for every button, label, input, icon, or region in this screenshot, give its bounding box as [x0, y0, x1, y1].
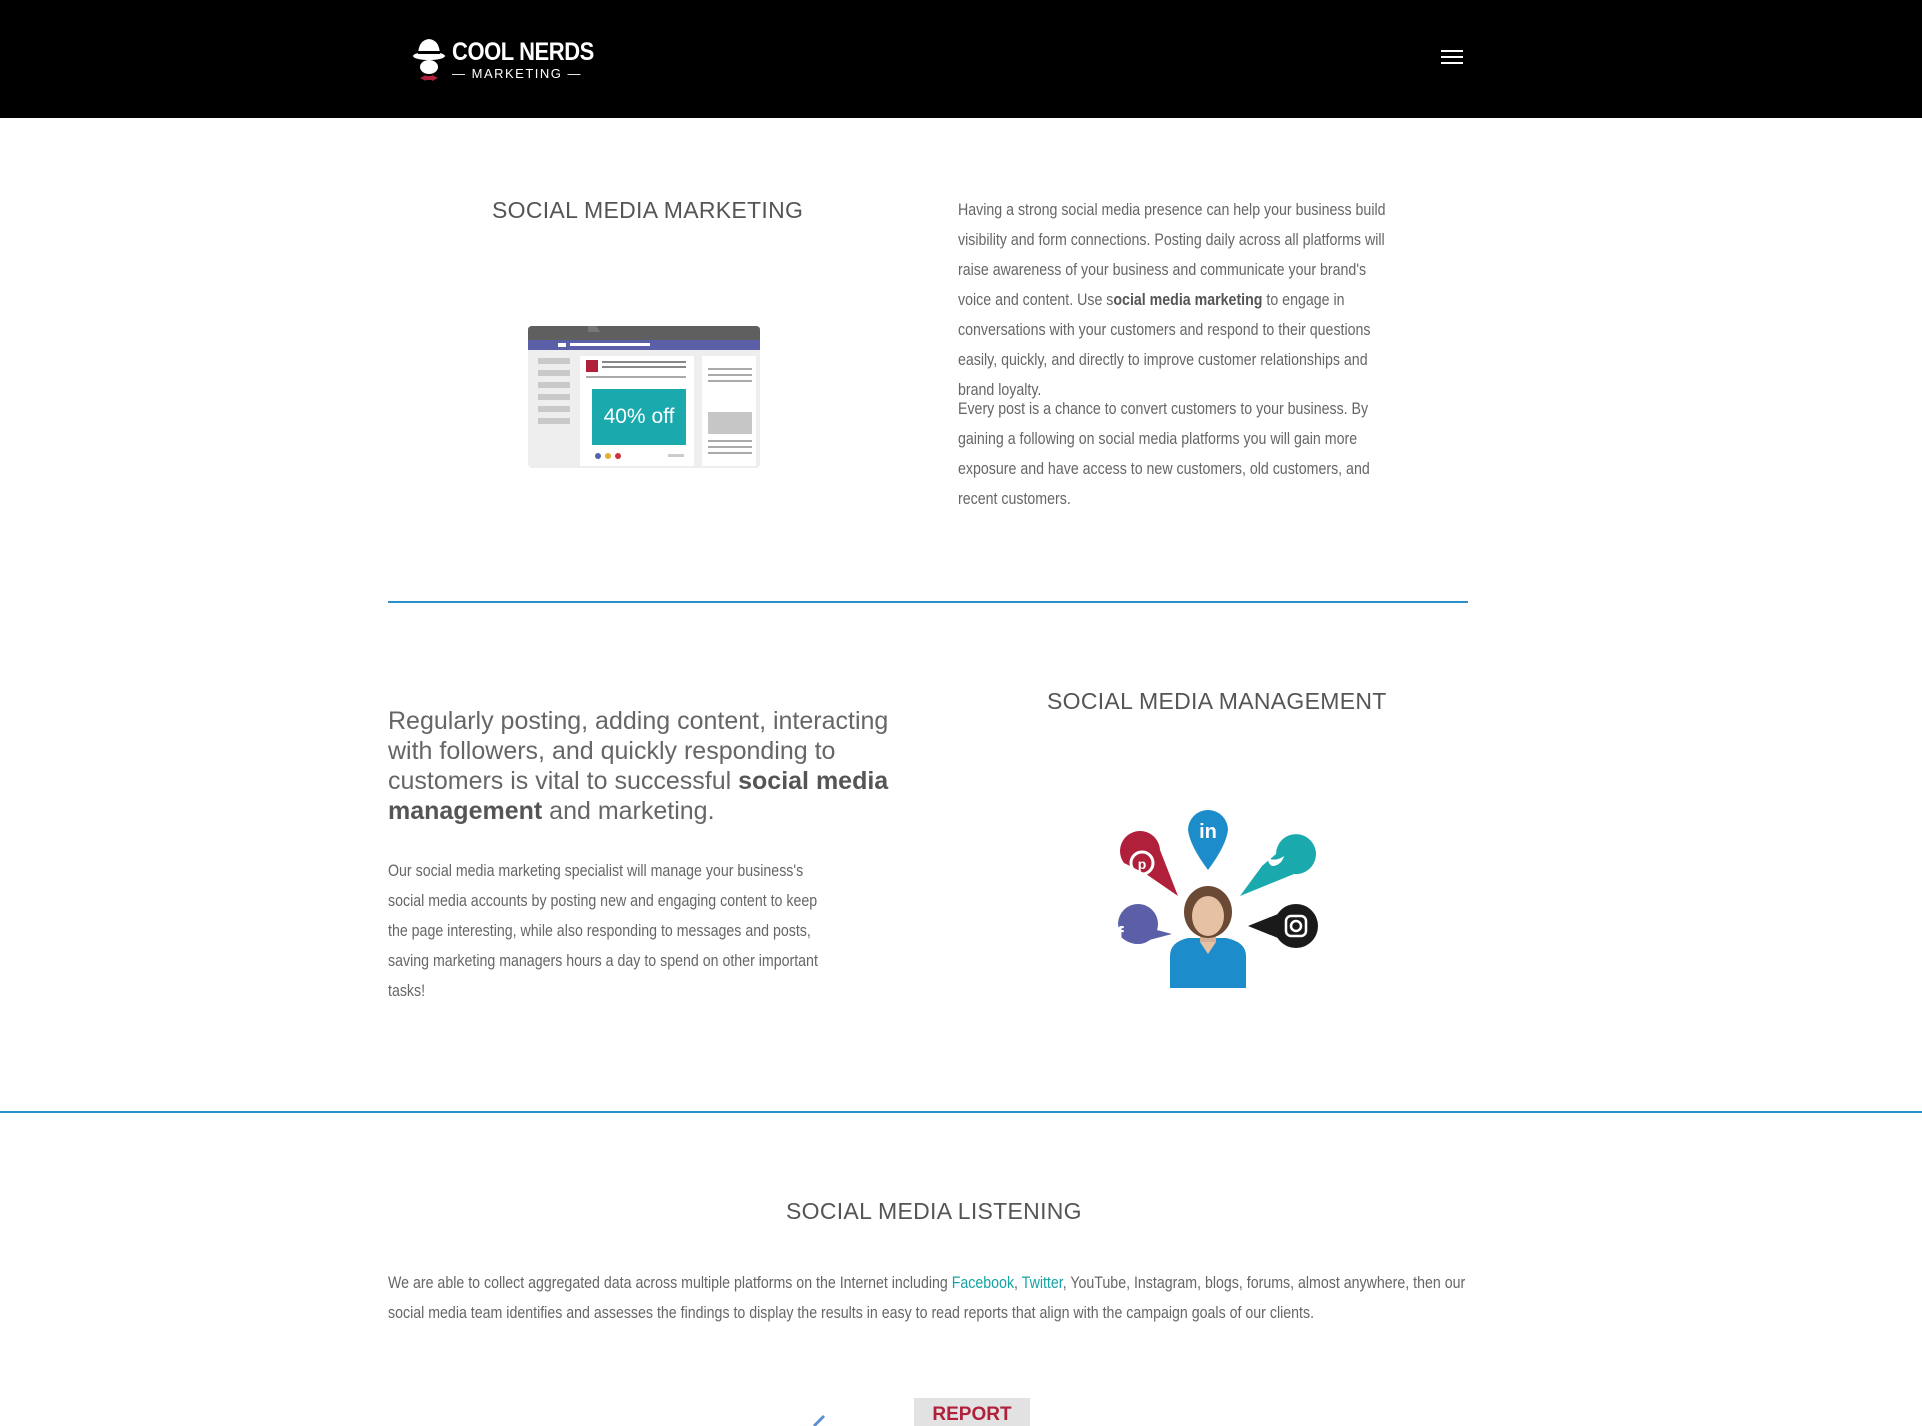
nerd-hat-icon: [413, 39, 445, 81]
section-title-listening: SOCIAL MEDIA LISTENING: [786, 1198, 1082, 1224]
section-title-marketing: SOCIAL MEDIA MARKETING: [492, 197, 804, 223]
marketing-paragraph-1: Having a strong social media presence ca…: [958, 201, 1386, 399]
hamburger-menu-icon[interactable]: [1441, 50, 1463, 68]
management-body-text: Our social media marketing specialist wi…: [388, 862, 818, 1000]
report-chart-fragment-icon: [812, 1414, 826, 1426]
ad-discount-text: 40% off: [603, 405, 675, 428]
twitter-icon: [1240, 834, 1316, 896]
pinterest-icon: p: [1120, 831, 1178, 896]
facebook-link[interactable]: Facebook: [952, 1274, 1014, 1292]
svg-text:in: in: [1199, 821, 1217, 843]
svg-text:p: p: [1138, 856, 1147, 872]
site-logo[interactable]: COOL NERDS — MARKETING —: [412, 34, 594, 84]
logo-title: COOL NERDS: [452, 38, 594, 66]
management-lead-text: Regularly posting, adding content, inter…: [388, 707, 889, 825]
menu-bar: [1441, 50, 1463, 52]
twitter-link[interactable]: Twitter: [1022, 1274, 1063, 1292]
site-header: COOL NERDS — MARKETING —: [0, 0, 1922, 118]
listening-paragraph: We are able to collect aggregated data a…: [388, 1274, 1466, 1322]
logo-subtitle: — MARKETING —: [452, 66, 583, 81]
linkedin-icon: in: [1188, 810, 1228, 870]
facebook-icon: f: [1116, 904, 1172, 947]
instagram-icon: [1248, 904, 1318, 948]
marketing-paragraph-2: Every post is a chance to convert custom…: [958, 400, 1370, 508]
report-label: REPORT: [914, 1398, 1030, 1426]
section-title-management: SOCIAL MEDIA MANAGEMENT: [1047, 688, 1387, 714]
section-divider: [388, 601, 1468, 603]
menu-bar: [1441, 62, 1463, 64]
svg-text:f: f: [1116, 922, 1124, 947]
menu-bar: [1441, 56, 1463, 58]
person-avatar-icon: [1170, 886, 1246, 988]
full-width-divider: [0, 1111, 1922, 1113]
social-network-illustration: in p f: [1116, 810, 1318, 988]
